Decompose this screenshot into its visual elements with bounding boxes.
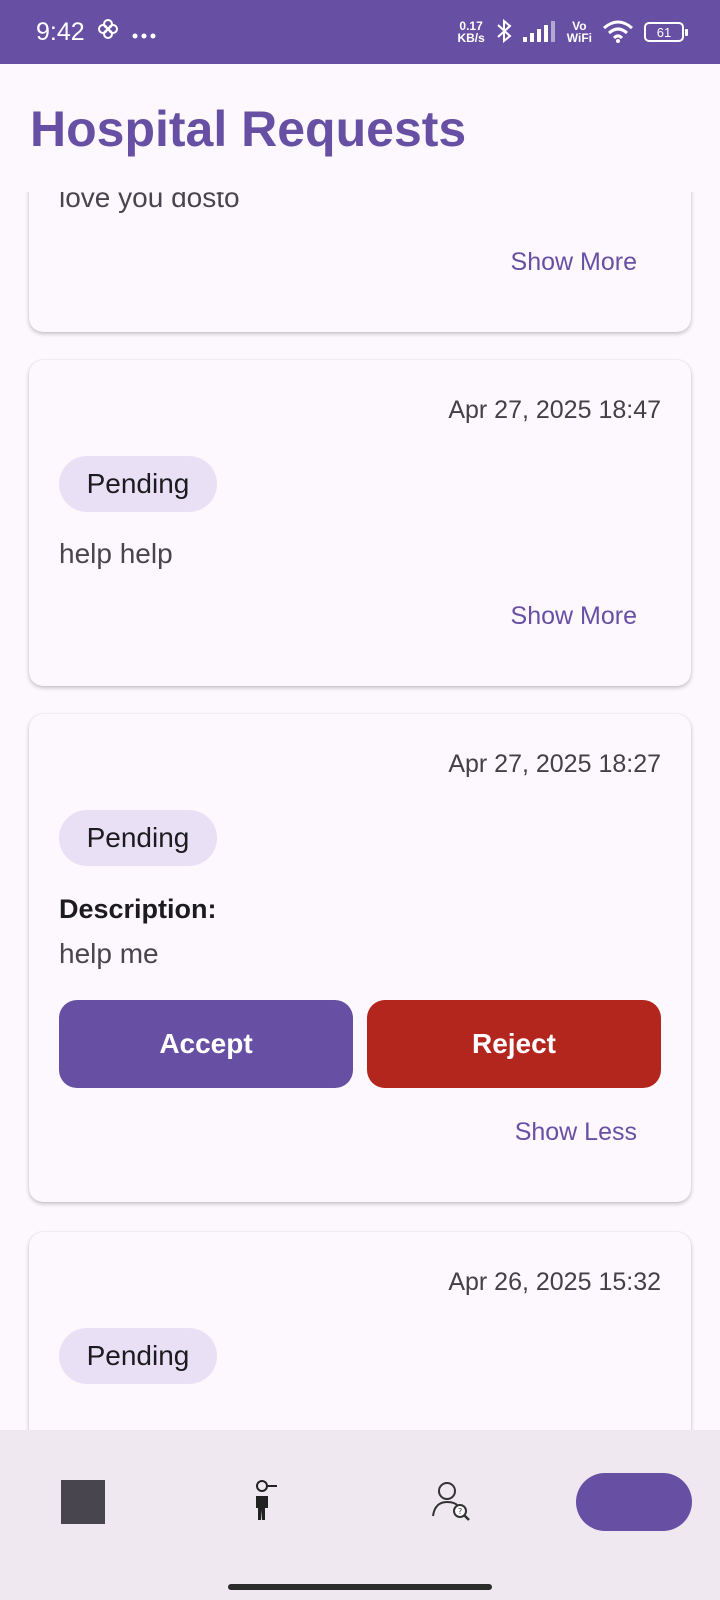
svg-text:?: ?	[458, 1507, 462, 1516]
nav-item-home[interactable]	[30, 1430, 136, 1574]
square-icon	[61, 1480, 105, 1524]
nav-item-active[interactable]	[570, 1430, 698, 1574]
request-date: Apr 26, 2025 15:32	[448, 1268, 661, 1296]
request-message: help help	[59, 538, 173, 569]
show-less-button[interactable]: Show Less	[515, 1118, 637, 1147]
pill-indicator	[576, 1473, 692, 1531]
show-more-button[interactable]: Show More	[511, 248, 637, 277]
page-title: Hospital Requests	[30, 101, 467, 157]
description-label: Description:	[59, 894, 217, 924]
request-card: love you dosto Show More	[29, 192, 691, 332]
status-badge: Pending	[59, 810, 217, 866]
request-date: Apr 27, 2025 18:27	[448, 750, 661, 778]
request-card: Apr 27, 2025 18:27 Pending Description: …	[29, 714, 691, 1202]
net-speed: 0.17 KB/s	[457, 19, 485, 45]
status-badge: Pending	[59, 456, 217, 512]
requests-list[interactable]: love you dosto Show More Apr 27, 2025 18…	[0, 192, 720, 1430]
request-description: help me	[59, 938, 159, 969]
show-more-button[interactable]: Show More	[511, 602, 637, 631]
nav-item-search-users[interactable]: ?	[398, 1430, 504, 1574]
request-card: Apr 26, 2025 15:32 Pending	[29, 1232, 691, 1430]
request-card: Apr 27, 2025 18:47 Pending help help Sho…	[29, 360, 691, 686]
battery-icon: 61	[644, 22, 688, 42]
fan-icon	[97, 18, 119, 47]
gesture-handle[interactable]	[228, 1584, 492, 1590]
app-header: Hospital Requests	[0, 64, 720, 192]
bottom-navigation: ?	[0, 1430, 720, 1574]
vowifi-indicator: Vo WiFi	[566, 19, 592, 45]
bluetooth-icon	[495, 18, 513, 47]
reject-button[interactable]: Reject	[367, 1000, 661, 1088]
request-date: Apr 27, 2025 18:47	[448, 396, 661, 424]
nav-item-requests[interactable]	[214, 1430, 320, 1574]
user-query-icon: ?	[429, 1478, 473, 1527]
accept-button[interactable]: Accept	[59, 1000, 353, 1088]
signal-icon	[522, 20, 557, 45]
more-dots-icon	[131, 18, 157, 47]
status-time: 9:42	[36, 17, 85, 46]
status-badge: Pending	[59, 1328, 217, 1384]
person-search-icon	[251, 1478, 283, 1527]
status-bar: 9:42 0.17 KB/s Vo WiFi 61	[0, 0, 720, 64]
request-message: love you dosto	[59, 192, 240, 213]
wifi-icon	[602, 19, 634, 46]
